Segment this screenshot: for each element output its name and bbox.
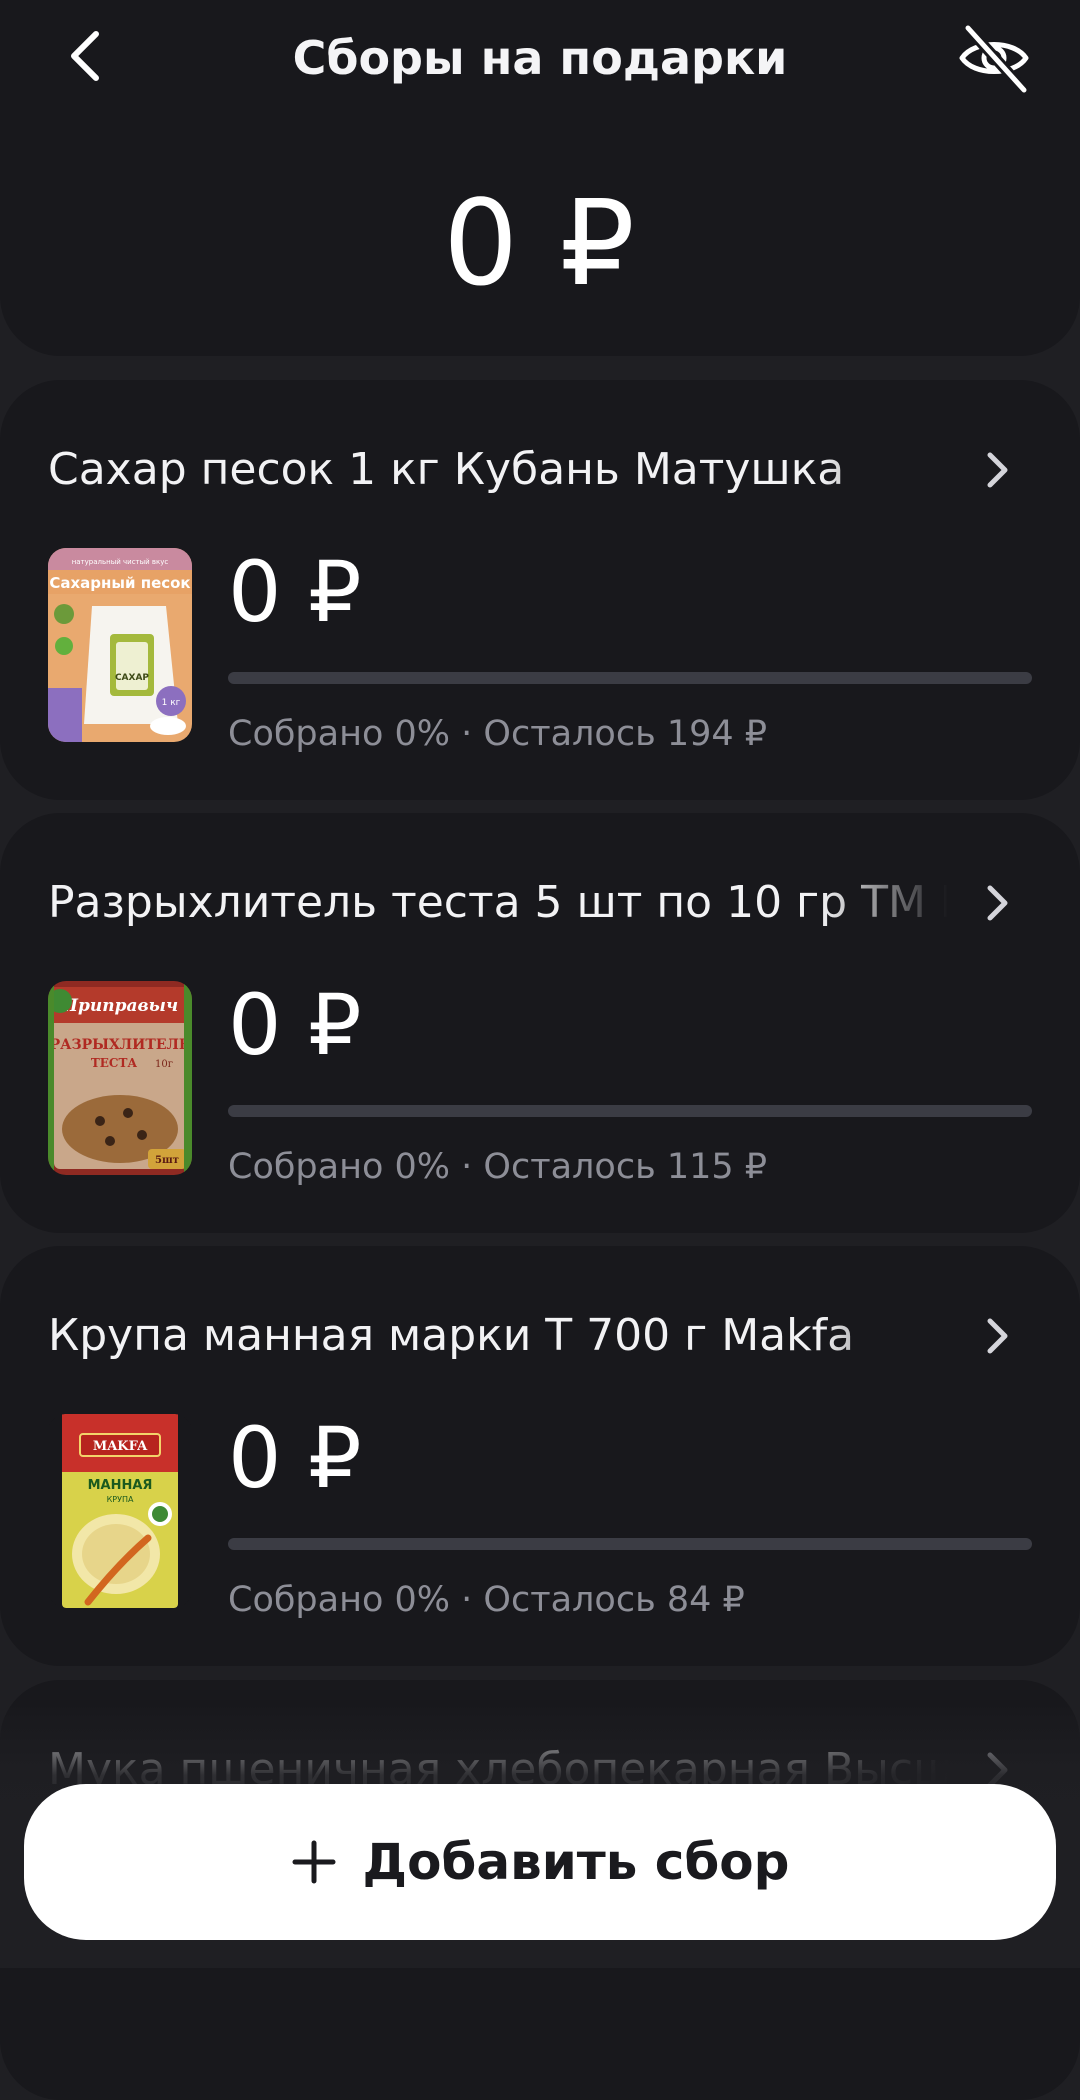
total-amount: 0 ₽ xyxy=(443,174,637,312)
goal-status: Собрано 0% · Осталось 115 ₽ xyxy=(228,1147,768,1187)
svg-text:MAKFA: MAKFA xyxy=(93,1439,148,1454)
goal-card[interactable]: Разрыхлитель теста 5 шт по 10 гр ТМ Прип… xyxy=(0,813,1080,1233)
progress-bar xyxy=(228,1105,1032,1117)
goal-title: Разрыхлитель теста 5 шт по 10 гр ТМ Прип… xyxy=(48,877,948,928)
svg-text:ТЕСТА: ТЕСТА xyxy=(91,1056,138,1070)
progress-bar xyxy=(228,1538,1032,1550)
product-image-baking-powder: Приправыч РАЗРЫХЛИТЕЛЬ ТЕСТА 10г 5шт xyxy=(48,981,192,1175)
goal-amount: 0 ₽ xyxy=(228,543,362,641)
goal-title: Крупа манная марки Т 700 г Makfa xyxy=(48,1310,855,1361)
svg-text:РАЗРЫХЛИТЕЛЬ: РАЗРЫХЛИТЕЛЬ xyxy=(50,1037,191,1053)
chevron-left-icon xyxy=(71,31,99,81)
svg-text:10г: 10г xyxy=(155,1059,173,1070)
goal-card[interactable]: Крупа манная марки Т 700 г Makfa MAKFA М… xyxy=(0,1246,1080,1666)
svg-text:КРУПА: КРУПА xyxy=(107,1495,134,1504)
product-image-sugar: натуральный чистый вкус Сахарный песок С… xyxy=(48,548,192,742)
goal-amount: 0 ₽ xyxy=(228,976,362,1074)
page-title: Сборы на подарки xyxy=(292,31,788,85)
svg-text:5шт: 5шт xyxy=(155,1155,179,1166)
progress-bar xyxy=(228,672,1032,684)
chevron-right-icon xyxy=(976,875,1020,931)
plus-icon xyxy=(292,1840,336,1884)
svg-text:Приправыч: Приправыч xyxy=(61,996,178,1016)
back-button[interactable] xyxy=(56,26,116,86)
svg-text:1 кг: 1 кг xyxy=(162,698,181,708)
goal-status: Собрано 0% · Осталось 84 ₽ xyxy=(228,1580,745,1620)
svg-text:натуральный чистый вкус: натуральный чистый вкус xyxy=(72,558,169,566)
chevron-right-icon xyxy=(976,1308,1020,1364)
hide-amounts-button[interactable] xyxy=(954,18,1034,98)
svg-text:САХАР: САХАР xyxy=(115,673,149,683)
goal-amount: 0 ₽ xyxy=(228,1409,362,1507)
svg-text:МАННАЯ: МАННАЯ xyxy=(88,1478,153,1493)
svg-text:Сахарный песок: Сахарный песок xyxy=(49,574,190,592)
add-goal-button[interactable]: Добавить сбор xyxy=(24,1784,1056,1940)
goal-title: Сахар песок 1 кг Кубань Матушка xyxy=(48,444,845,495)
product-image-semolina: MAKFA МАННАЯ КРУПА xyxy=(48,1414,192,1608)
goal-card[interactable]: Сахар песок 1 кг Кубань Матушка натураль… xyxy=(0,380,1080,800)
summary-card: Сборы на подарки 0 ₽ xyxy=(0,0,1080,356)
chevron-right-icon xyxy=(976,442,1020,498)
goal-status: Собрано 0% · Осталось 194 ₽ xyxy=(228,714,768,754)
add-goal-label: Добавить сбор xyxy=(362,1833,790,1891)
eye-off-icon xyxy=(959,22,1030,94)
